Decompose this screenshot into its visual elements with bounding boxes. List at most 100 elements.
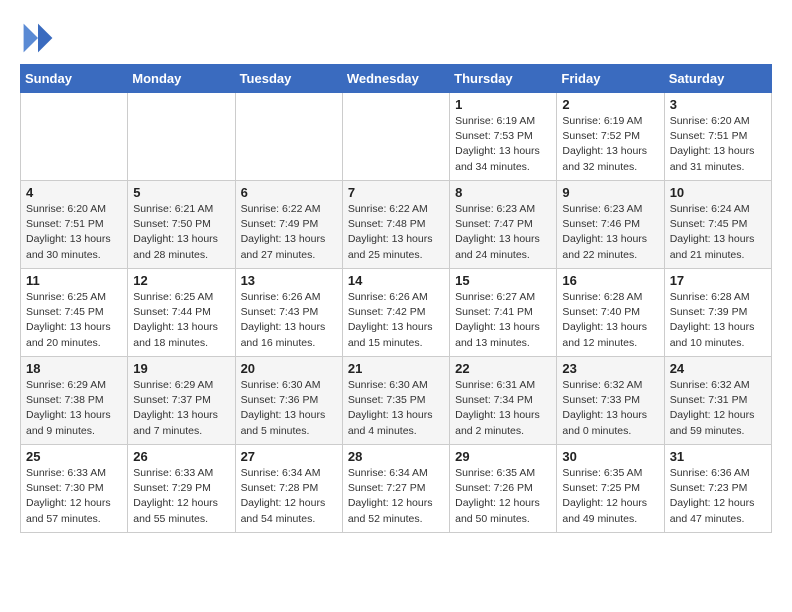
day-number: 2 [562,97,658,112]
day-info: Sunrise: 6:25 AM Sunset: 7:44 PM Dayligh… [133,290,229,351]
day-info: Sunrise: 6:32 AM Sunset: 7:31 PM Dayligh… [670,378,766,439]
day-number: 11 [26,273,122,288]
calendar-cell: 4Sunrise: 6:20 AM Sunset: 7:51 PM Daylig… [21,181,128,269]
day-info: Sunrise: 6:33 AM Sunset: 7:29 PM Dayligh… [133,466,229,527]
day-info: Sunrise: 6:22 AM Sunset: 7:49 PM Dayligh… [241,202,337,263]
day-info: Sunrise: 6:32 AM Sunset: 7:33 PM Dayligh… [562,378,658,439]
calendar-cell: 12 Sunrise: 6:25 AM Sunset: 7:44 PM Dayli… [128,269,235,357]
day-info: Sunrise: 6:23 AM Sunset: 7:47 PM Dayligh… [455,202,551,263]
calendar-cell: 2 Sunrise: 6:19 AM Sunset: 7:52 PM Daylig… [557,93,664,181]
day-info: Sunrise: 6:25 AM Sunset: 7:45 PM Dayligh… [26,290,122,351]
day-number: 13 [241,273,337,288]
day-info: Sunrise: 6:24 AM Sunset: 7:45 PM Dayligh… [670,202,766,263]
calendar-cell: 6 Sunrise: 6:22 AM Sunset: 7:49 PM Daylig… [235,181,342,269]
day-number: 17 [670,273,766,288]
day-info: Sunrise: 6:29 AM Sunset: 7:38 PM Dayligh… [26,378,122,439]
day-info: Sunrise: 6:27 AM Sunset: 7:41 PM Dayligh… [455,290,551,351]
day-number: 5 [133,185,229,200]
day-number: 1 [455,97,551,112]
day-info: Sunrise: 6:23 AM Sunset: 7:46 PM Dayligh… [562,202,658,263]
calendar-cell [342,93,449,181]
day-info: Sunrise: 6:36 AM Sunset: 7:23 PM Dayligh… [670,466,766,527]
calendar: SundayMondayTuesdayWednesdayThursdayFrid… [20,64,772,533]
day-number: 31 [670,449,766,464]
calendar-cell: 25 Sunrise: 6:33 AM Sunset: 7:30 PM Dayli… [21,445,128,533]
calendar-cell: 20 Sunrise: 6:30 AM Sunset: 7:36 PM Dayli… [235,357,342,445]
day-number: 15 [455,273,551,288]
day-number: 28 [348,449,444,464]
calendar-cell [128,93,235,181]
calendar-cell: 11 Sunrise: 6:25 AM Sunset: 7:45 PM Dayli… [21,269,128,357]
calendar-week-4: 18 Sunrise: 6:29 AM Sunset: 7:38 PM Dayli… [21,357,772,445]
day-number: 10 [670,185,766,200]
day-number: 21 [348,361,444,376]
day-info: Sunrise: 6:35 AM Sunset: 7:25 PM Dayligh… [562,466,658,527]
calendar-cell: 5 Sunrise: 6:21 AM Sunset: 7:50 PM Daylig… [128,181,235,269]
calendar-cell: 13Sunrise: 6:26 AM Sunset: 7:43 PM Dayli… [235,269,342,357]
day-info: Sunrise: 6:34 AM Sunset: 7:27 PM Dayligh… [348,466,444,527]
day-number: 14 [348,273,444,288]
calendar-week-5: 25 Sunrise: 6:33 AM Sunset: 7:30 PM Dayli… [21,445,772,533]
logo-icon [20,20,56,56]
calendar-cell: 29Sunrise: 6:35 AM Sunset: 7:26 PM Dayli… [450,445,557,533]
calendar-cell: 15 Sunrise: 6:27 AM Sunset: 7:41 PM Dayli… [450,269,557,357]
day-number: 6 [241,185,337,200]
calendar-cell: 26 Sunrise: 6:33 AM Sunset: 7:29 PM Dayli… [128,445,235,533]
day-number: 9 [562,185,658,200]
calendar-cell: 21 Sunrise: 6:30 AM Sunset: 7:35 PM Dayli… [342,357,449,445]
day-number: 3 [670,97,766,112]
day-info: Sunrise: 6:30 AM Sunset: 7:36 PM Dayligh… [241,378,337,439]
calendar-week-3: 11 Sunrise: 6:25 AM Sunset: 7:45 PM Dayli… [21,269,772,357]
day-number: 27 [241,449,337,464]
calendar-cell: 19Sunrise: 6:29 AM Sunset: 7:37 PM Dayli… [128,357,235,445]
day-header-wednesday: Wednesday [342,65,449,93]
day-number: 22 [455,361,551,376]
calendar-week-2: 4Sunrise: 6:20 AM Sunset: 7:51 PM Daylig… [21,181,772,269]
day-info: Sunrise: 6:28 AM Sunset: 7:40 PM Dayligh… [562,290,658,351]
calendar-week-1: 1Sunrise: 6:19 AM Sunset: 7:53 PM Daylig… [21,93,772,181]
day-number: 12 [133,273,229,288]
calendar-cell: 30 Sunrise: 6:35 AM Sunset: 7:25 PM Dayli… [557,445,664,533]
calendar-cell: 10 Sunrise: 6:24 AM Sunset: 7:45 PM Dayli… [664,181,771,269]
day-info: Sunrise: 6:21 AM Sunset: 7:50 PM Dayligh… [133,202,229,263]
day-header-tuesday: Tuesday [235,65,342,93]
calendar-cell: 3Sunrise: 6:20 AM Sunset: 7:51 PM Daylig… [664,93,771,181]
calendar-cell: 31 Sunrise: 6:36 AM Sunset: 7:23 PM Dayli… [664,445,771,533]
day-info: Sunrise: 6:22 AM Sunset: 7:48 PM Dayligh… [348,202,444,263]
day-info: Sunrise: 6:34 AM Sunset: 7:28 PM Dayligh… [241,466,337,527]
day-number: 23 [562,361,658,376]
calendar-cell: 16 Sunrise: 6:28 AM Sunset: 7:40 PM Dayli… [557,269,664,357]
calendar-cell [235,93,342,181]
calendar-cell: 18 Sunrise: 6:29 AM Sunset: 7:38 PM Dayli… [21,357,128,445]
day-number: 24 [670,361,766,376]
calendar-cell: 28 Sunrise: 6:34 AM Sunset: 7:27 PM Dayli… [342,445,449,533]
day-number: 8 [455,185,551,200]
day-info: Sunrise: 6:30 AM Sunset: 7:35 PM Dayligh… [348,378,444,439]
day-number: 26 [133,449,229,464]
day-number: 29 [455,449,551,464]
logo [20,20,60,56]
day-info: Sunrise: 6:28 AM Sunset: 7:39 PM Dayligh… [670,290,766,351]
day-header-monday: Monday [128,65,235,93]
calendar-cell: 17 Sunrise: 6:28 AM Sunset: 7:39 PM Dayli… [664,269,771,357]
day-info: Sunrise: 6:31 AM Sunset: 7:34 PM Dayligh… [455,378,551,439]
day-number: 18 [26,361,122,376]
day-number: 4 [26,185,122,200]
calendar-cell: 9 Sunrise: 6:23 AM Sunset: 7:46 PM Daylig… [557,181,664,269]
day-number: 25 [26,449,122,464]
calendar-cell: 24 Sunrise: 6:32 AM Sunset: 7:31 PM Dayli… [664,357,771,445]
day-info: Sunrise: 6:33 AM Sunset: 7:30 PM Dayligh… [26,466,122,527]
day-number: 7 [348,185,444,200]
day-header-thursday: Thursday [450,65,557,93]
header [20,16,772,56]
calendar-cell [21,93,128,181]
day-header-friday: Friday [557,65,664,93]
day-number: 20 [241,361,337,376]
day-number: 19 [133,361,229,376]
calendar-cell: 23 Sunrise: 6:32 AM Sunset: 7:33 PM Dayli… [557,357,664,445]
calendar-cell: 27 Sunrise: 6:34 AM Sunset: 7:28 PM Dayli… [235,445,342,533]
calendar-cell: 8 Sunrise: 6:23 AM Sunset: 7:47 PM Daylig… [450,181,557,269]
day-info: Sunrise: 6:19 AM Sunset: 7:52 PM Dayligh… [562,114,658,175]
day-number: 30 [562,449,658,464]
day-number: 16 [562,273,658,288]
